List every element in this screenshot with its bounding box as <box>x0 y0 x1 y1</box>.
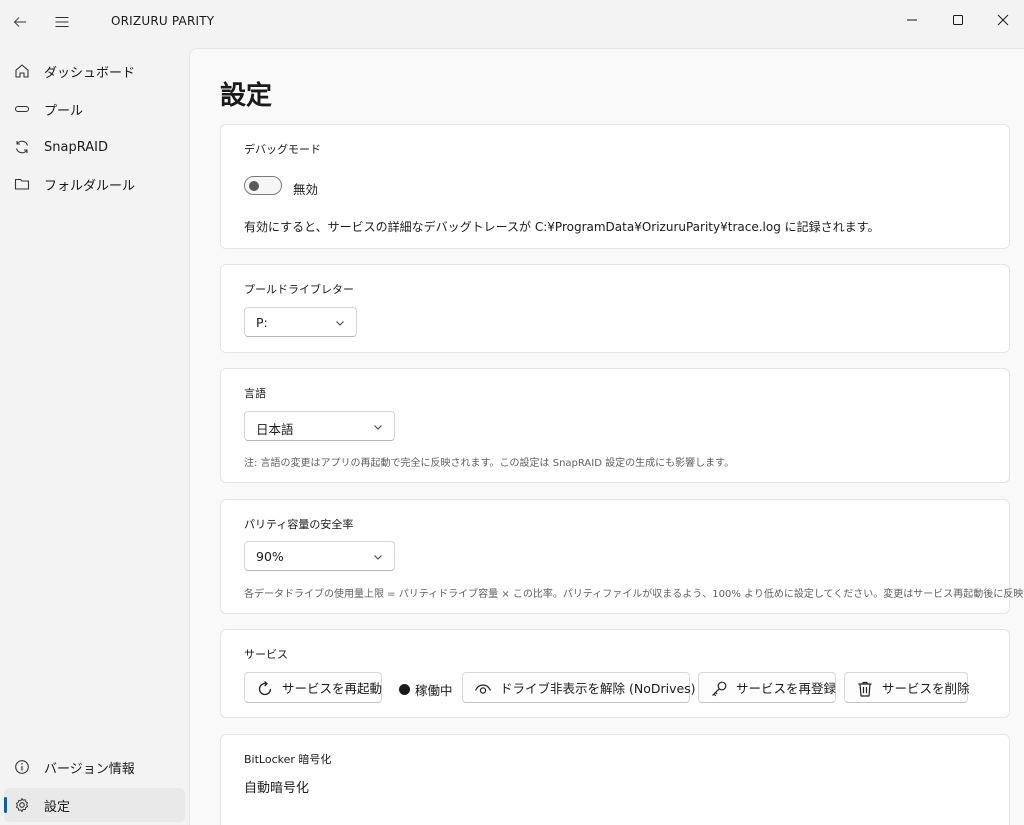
sync-icon <box>13 138 31 156</box>
card-title: サービス <box>244 648 288 661</box>
home-icon <box>13 62 31 80</box>
chevron-down-icon <box>336 321 344 326</box>
chevron-down-icon <box>374 555 382 560</box>
close-button[interactable] <box>980 0 1024 40</box>
sidebar-item-dashboard[interactable]: ダッシュボード <box>4 54 185 88</box>
debug-mode-toggle[interactable] <box>244 176 282 195</box>
key-icon <box>709 679 728 698</box>
select-value: 90% <box>256 549 284 564</box>
bitlocker-card: BitLocker 暗号化 自動暗号化 <box>220 734 1010 825</box>
sidebar-item-label: SnapRAID <box>44 139 108 155</box>
selection-indicator <box>4 797 7 813</box>
status-dot-icon <box>399 684 410 695</box>
button-label: サービスを削除 <box>882 681 970 696</box>
minimize-button[interactable] <box>889 0 935 40</box>
sidebar-item-label: バージョン情報 <box>44 761 135 777</box>
folder-icon <box>13 175 31 193</box>
eye-icon <box>473 679 492 698</box>
sidebar-item-about[interactable]: バージョン情報 <box>4 750 185 784</box>
page-title: 設定 <box>220 81 273 111</box>
restart-service-button[interactable]: サービスを再起動 <box>244 672 382 703</box>
button-label: サービスを再登録 <box>736 681 837 696</box>
pool-drive-letter-select[interactable]: P: <box>244 307 357 337</box>
sidebar-item-label: 設定 <box>44 799 71 815</box>
hamburger-menu-icon[interactable] <box>50 10 74 34</box>
service-status: 稼働中 <box>399 680 453 699</box>
toggle-state-label: 無効 <box>293 182 319 197</box>
parity-note: 各データドライブの使用量上限 = パリティドライブ容量 × この比率。パリティフ… <box>244 589 1024 600</box>
gear-icon <box>13 796 31 814</box>
status-label: 稼働中 <box>415 683 453 698</box>
unhide-drives-button[interactable]: ドライブ非表示を解除 (NoDrives) <box>462 672 696 703</box>
info-icon <box>13 758 31 776</box>
parity-ratio-select[interactable]: 90% <box>244 541 395 571</box>
card-title: デバッグモード <box>244 143 321 156</box>
settings-content: 設定 デバッグモード 無効 有効にすると、サービスの詳細なデバッグトレースが C… <box>189 48 1024 825</box>
sidebar-item-pool[interactable]: プール <box>4 92 185 126</box>
select-value: P: <box>256 315 268 330</box>
bitlocker-subtitle: 自動暗号化 <box>244 781 310 796</box>
maximize-button[interactable] <box>935 0 981 40</box>
select-value: 日本語 <box>256 422 294 437</box>
sidebar-item-label: フォルダルール <box>44 178 136 194</box>
debug-description: 有効にすると、サービスの詳細なデバッグトレースが C:¥ProgramData¥… <box>244 220 880 234</box>
debug-mode-card: デバッグモード 無効 有効にすると、サービスの詳細なデバッグトレースが C:¥P… <box>220 124 1010 249</box>
maximize-icon <box>953 15 963 25</box>
language-note: 注: 言語の変更はアプリの再起動で完全に反映されます。この設定は SnapRAI… <box>244 458 735 469</box>
chevron-down-icon <box>374 425 382 430</box>
sidebar-item-label: ダッシュボード <box>44 65 136 81</box>
parity-ratio-card: パリティ容量の安全率 90% 各データドライブの使用量上限 = パリティドライブ… <box>220 499 1024 614</box>
minimize-icon <box>907 19 917 21</box>
restart-icon <box>255 679 274 698</box>
back-arrow-icon[interactable] <box>8 10 32 34</box>
service-card: サービス サービスを再起動 稼働中 ドライブ非表示を解除 (NoDrives) … <box>220 629 1010 718</box>
card-title: パリティ容量の安全率 <box>244 518 354 531</box>
card-title: 言語 <box>244 387 266 400</box>
button-label: ドライブ非表示を解除 (NoDrives) <box>500 681 696 696</box>
trash-icon <box>855 679 874 698</box>
title-bar: ORIZURU PARITY <box>0 0 1024 44</box>
close-icon <box>997 14 1009 26</box>
card-title: BitLocker 暗号化 <box>244 753 332 766</box>
language-card: 言語 日本語 注: 言語の変更はアプリの再起動で完全に反映されます。この設定は … <box>220 368 1010 483</box>
button-label: サービスを再起動 <box>282 681 383 696</box>
reregister-service-button[interactable]: サービスを再登録 <box>698 672 836 703</box>
sidebar-item-settings[interactable]: 設定 <box>4 788 185 822</box>
pool-drive-letter-card: プールドライブレター P: <box>220 264 1010 353</box>
toggle-knob <box>249 181 259 191</box>
sidebar-item-folder-rules[interactable]: フォルダルール <box>4 167 185 201</box>
app-title: ORIZURU PARITY <box>111 14 215 28</box>
drive-icon <box>13 100 31 118</box>
card-title: プールドライブレター <box>244 283 354 296</box>
language-select[interactable]: 日本語 <box>244 411 395 441</box>
sidebar-item-snapraid[interactable]: SnapRAID <box>4 130 185 164</box>
sidebar-item-label: プール <box>44 103 84 119</box>
delete-service-button[interactable]: サービスを削除 <box>844 672 970 703</box>
